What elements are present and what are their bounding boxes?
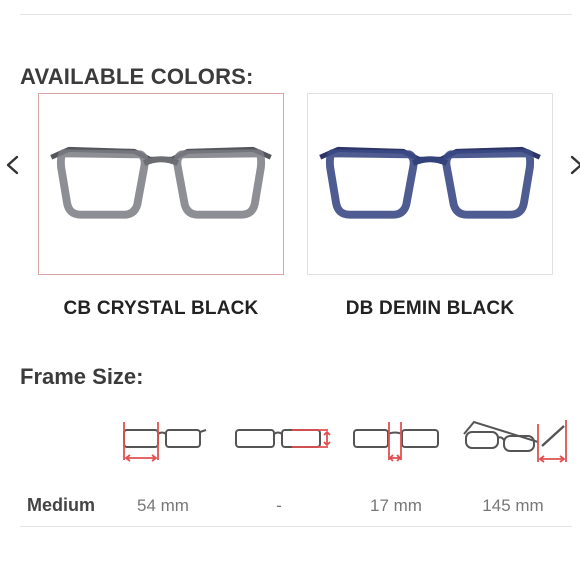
lens-height-icon <box>230 412 338 468</box>
size-name: Medium <box>27 495 96 515</box>
row-divider <box>20 526 572 527</box>
lens-width-value: 54 mm <box>137 496 189 515</box>
color-swatch-demin-black[interactable] <box>307 93 553 275</box>
chevron-left-icon <box>6 155 19 175</box>
carousel-next-button[interactable] <box>566 150 580 180</box>
color-label-crystal-black: CB CRYSTAL BLACK <box>63 298 259 319</box>
temple-length-value: 145 mm <box>482 496 544 515</box>
lens-width-icon <box>116 412 212 468</box>
frame-size-title: Frame Size: <box>20 364 144 389</box>
glasses-demin-black-image <box>319 146 541 219</box>
color-swatch-crystal-black[interactable] <box>38 93 284 275</box>
frame-size-row: Medium 54 mm - 17 mm 145 mm <box>0 494 580 524</box>
top-divider <box>20 14 572 15</box>
bridge-width-icon <box>348 412 444 468</box>
bridge-width-value: 17 mm <box>370 496 422 515</box>
lens-height-value: - <box>276 496 282 515</box>
glasses-crystal-black-image <box>50 146 272 219</box>
available-colors-title: AVAILABLE COLORS: <box>20 64 254 89</box>
chevron-right-icon <box>570 155 580 175</box>
temple-length-icon <box>458 412 570 468</box>
carousel-prev-button[interactable] <box>2 150 22 180</box>
color-label-demin-black: DB DEMIN BLACK <box>345 298 515 319</box>
